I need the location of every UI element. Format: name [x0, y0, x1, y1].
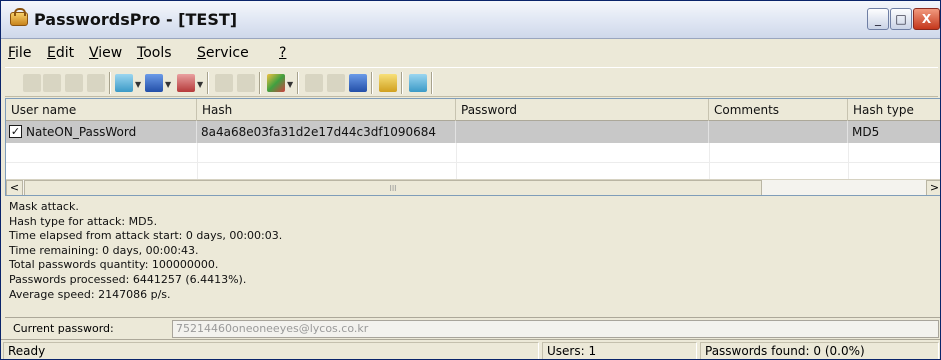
- options-icon[interactable]: [379, 74, 397, 92]
- cell-password: [456, 121, 709, 143]
- status-state: Ready: [3, 342, 539, 359]
- attack-icon[interactable]: [267, 74, 285, 92]
- title-bar[interactable]: PasswordsPro - [TEST] _ □ X: [1, 1, 940, 39]
- column-hash[interactable]: Hash: [197, 99, 456, 121]
- menu-file[interactable]: File: [8, 45, 31, 61]
- menu-help[interactable]: ?: [279, 45, 286, 61]
- import-icon[interactable]: [215, 74, 233, 92]
- save-as-icon[interactable]: [87, 74, 105, 92]
- cell-hash: 8a4a68e03fa31d2e17d44c3df1090684: [197, 121, 456, 143]
- new-icon[interactable]: [23, 74, 41, 92]
- toolbar-separator: [259, 72, 261, 94]
- chevron-down-icon[interactable]: ▼: [197, 80, 203, 89]
- menu-tools[interactable]: Tools: [137, 45, 172, 61]
- close-button[interactable]: X: [913, 8, 940, 30]
- menu-view-accel: V: [89, 45, 99, 61]
- continue-icon[interactable]: [327, 74, 345, 92]
- pause-icon[interactable]: [349, 74, 367, 92]
- cell-user-name: ✓ NateON_PassWord: [6, 121, 197, 143]
- update-icon[interactable]: [409, 74, 427, 92]
- toolbar-separator: [297, 72, 299, 94]
- main-window: PasswordsPro - [TEST] _ □ X File Edit Vi…: [0, 0, 941, 360]
- menu-edit-label: dit: [55, 45, 75, 61]
- toolbar: ▼ ▼ ▼ ▼: [5, 67, 938, 97]
- attack-log: Mask attack. Hash type for attack: MD5. …: [9, 200, 909, 302]
- column-comments[interactable]: Comments: [709, 99, 848, 121]
- current-password-field: 75214460oneoneeyes@lycos.co.kr: [172, 320, 939, 338]
- menu-tools-label: ools: [143, 45, 172, 61]
- status-bar: Ready Users: 1 Passwords found: 0 (0.0%): [1, 339, 940, 359]
- table-header: User name Hash Password Comments Hash ty…: [6, 99, 940, 121]
- menu-help-accel: ?: [279, 45, 287, 61]
- menu-edit[interactable]: Edit: [47, 45, 74, 61]
- log-line: Total passwords quantity: 100000000.: [9, 258, 219, 272]
- log-line: Hash type for attack: MD5.: [9, 214, 158, 228]
- toolbar-separator: [109, 72, 111, 94]
- hash-table: User name Hash Password Comments Hash ty…: [5, 98, 940, 196]
- save-icon[interactable]: [65, 74, 83, 92]
- status-passwords-found: Passwords found: 0 (0.0%): [700, 342, 939, 359]
- maximize-button[interactable]: □: [890, 8, 912, 30]
- minimize-button[interactable]: _: [867, 8, 889, 30]
- menu-view[interactable]: View: [89, 45, 122, 61]
- menu-service-label: ervice: [205, 45, 249, 61]
- scroll-left-button[interactable]: <: [6, 180, 23, 195]
- status-users: Users: 1: [542, 342, 697, 359]
- log-line: Passwords processed: 6441257 (6.4413%).: [9, 272, 247, 286]
- menu-file-label: ile: [15, 45, 32, 61]
- copy-icon[interactable]: [115, 74, 133, 92]
- column-password[interactable]: Password: [456, 99, 709, 121]
- toolbar-separator: [207, 72, 209, 94]
- column-hash-type[interactable]: Hash type: [848, 99, 940, 121]
- user-name-value: NateON_PassWord: [26, 125, 137, 139]
- chevron-down-icon[interactable]: ▼: [135, 80, 141, 89]
- menu-service[interactable]: Service: [197, 45, 249, 61]
- menu-view-label: iew: [98, 45, 123, 61]
- window-title: PasswordsPro - [TEST]: [34, 10, 238, 29]
- log-line: Average speed: 2147086 p/s.: [9, 287, 171, 301]
- cell-comments: [709, 121, 848, 143]
- briefcase-icon: [10, 8, 28, 26]
- table-row[interactable]: [6, 143, 940, 163]
- find-icon[interactable]: [145, 74, 163, 92]
- export-icon[interactable]: [237, 74, 255, 92]
- menu-bar: File Edit View Tools Service ?: [1, 39, 940, 67]
- cell-hash-type: MD5: [852, 125, 880, 139]
- log-line: Mask attack.: [9, 200, 79, 213]
- menu-edit-accel: E: [47, 45, 56, 61]
- menu-service-accel: S: [197, 45, 206, 61]
- current-password-bar: Current password: 75214460oneoneeyes@lyc…: [5, 317, 940, 339]
- log-line: Time remaining: 0 days, 00:00:43.: [9, 243, 199, 257]
- current-password-label: Current password:: [13, 322, 114, 335]
- start-icon[interactable]: [305, 74, 323, 92]
- table-row[interactable]: ✓ NateON_PassWord 8a4a68e03fa31d2e17d44c…: [6, 121, 940, 143]
- chevron-down-icon[interactable]: ▼: [165, 80, 171, 89]
- scroll-right-button[interactable]: >: [926, 180, 940, 195]
- open-icon[interactable]: [43, 74, 61, 92]
- column-user-name[interactable]: User name: [6, 99, 197, 121]
- toolbar-separator: [371, 72, 373, 94]
- log-line: Time elapsed from attack start: 0 days, …: [9, 229, 283, 243]
- remove-icon[interactable]: [177, 74, 195, 92]
- toolbar-separator: [401, 72, 403, 94]
- row-checkbox[interactable]: ✓: [9, 125, 22, 138]
- scroll-thumb[interactable]: III: [24, 180, 762, 195]
- chevron-down-icon[interactable]: ▼: [287, 80, 293, 89]
- menu-file-accel: F: [8, 45, 16, 61]
- horizontal-scrollbar[interactable]: < III >: [6, 179, 940, 195]
- toolbar-separator: [431, 72, 433, 94]
